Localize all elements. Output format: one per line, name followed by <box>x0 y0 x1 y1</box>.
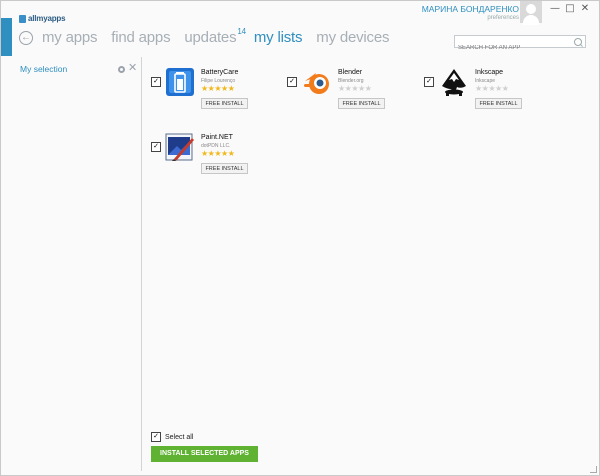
close-window-button[interactable]: ✕ <box>579 3 591 15</box>
app-checkbox[interactable]: ✓ <box>151 142 161 152</box>
nav-my-apps[interactable]: my apps <box>42 29 97 46</box>
sidebar: My selection ✕ <box>12 57 142 471</box>
nav-my-lists[interactable]: my lists <box>254 29 303 46</box>
app-rating: ★★★★★ <box>475 84 509 93</box>
app-checkbox[interactable]: ✓ <box>151 77 161 87</box>
search-icon[interactable] <box>574 38 582 46</box>
maximize-button[interactable]: □ <box>564 3 576 15</box>
back-arrow-icon[interactable]: ← <box>19 30 33 45</box>
select-all-checkbox[interactable]: ✓ <box>151 432 161 442</box>
free-install-button[interactable]: FREE INSTALL <box>201 163 248 174</box>
user-name[interactable]: МАРИНА БОНДАРЕНКО <box>422 4 519 14</box>
app-window: allmyapps МАРИНА БОНДАРЕНКО preferences … <box>0 0 600 476</box>
avatar[interactable] <box>520 1 542 25</box>
star-icon: ★★★★★ <box>201 149 235 158</box>
app-name[interactable]: Paint.NET <box>201 134 233 141</box>
blender-icon <box>304 73 329 94</box>
close-icon[interactable]: ✕ <box>128 61 137 75</box>
batterycare-icon <box>166 68 194 96</box>
star-icon: ★★★★★ <box>338 84 372 93</box>
star-icon: ★★★★★ <box>475 84 509 93</box>
select-all-label[interactable]: Select all <box>165 434 193 441</box>
accent-bar <box>1 18 12 56</box>
search-input[interactable] <box>455 43 571 53</box>
install-selected-button[interactable]: INSTALL SELECTED APPS <box>151 446 258 462</box>
app-rating: ★★★★★ <box>338 84 372 93</box>
free-install-button[interactable]: FREE INSTALL <box>338 98 385 109</box>
user-info: МАРИНА БОНДАРЕНКО preferences <box>422 4 519 21</box>
app-logo[interactable]: allmyapps <box>19 14 66 23</box>
preferences-link[interactable]: preferences <box>422 15 519 21</box>
app-checkbox[interactable]: ✓ <box>424 77 434 87</box>
app-checkbox[interactable]: ✓ <box>287 77 297 87</box>
free-install-button[interactable]: FREE INSTALL <box>475 98 522 109</box>
app-name[interactable]: Blender <box>338 69 362 76</box>
app-list: ✓ BatteryCare Filipe Lourenço ★★★★★ FREE… <box>142 57 596 471</box>
search-box[interactable] <box>454 35 586 53</box>
paint-net-icon <box>165 133 194 161</box>
gear-icon[interactable] <box>118 66 125 73</box>
select-all[interactable]: ✓ Select all <box>151 432 193 442</box>
resize-grip-icon[interactable] <box>590 466 597 473</box>
nav-updates-label: updates <box>184 29 237 46</box>
app-name[interactable]: Inkscape <box>475 69 503 76</box>
sidebar-item-my-selection[interactable]: My selection <box>20 64 67 74</box>
app-rating: ★★★★★ <box>201 84 235 93</box>
star-icon: ★★★★★ <box>201 84 235 93</box>
nav-find-apps[interactable]: find apps <box>111 29 170 46</box>
minimize-button[interactable]: — <box>549 3 561 15</box>
nav-my-devices[interactable]: my devices <box>316 29 389 46</box>
main-nav: ← my apps find apps updates14 my lists m… <box>19 27 403 46</box>
inkscape-icon <box>442 69 466 96</box>
nav-updates[interactable]: updates14 <box>184 27 246 46</box>
free-install-button[interactable]: FREE INSTALL <box>201 98 248 109</box>
app-rating: ★★★★★ <box>201 149 235 158</box>
logo-icon <box>19 14 26 23</box>
updates-count-badge: 14 <box>237 27 246 36</box>
logo-text: allmyapps <box>28 14 66 23</box>
app-name[interactable]: BatteryCare <box>201 69 238 76</box>
